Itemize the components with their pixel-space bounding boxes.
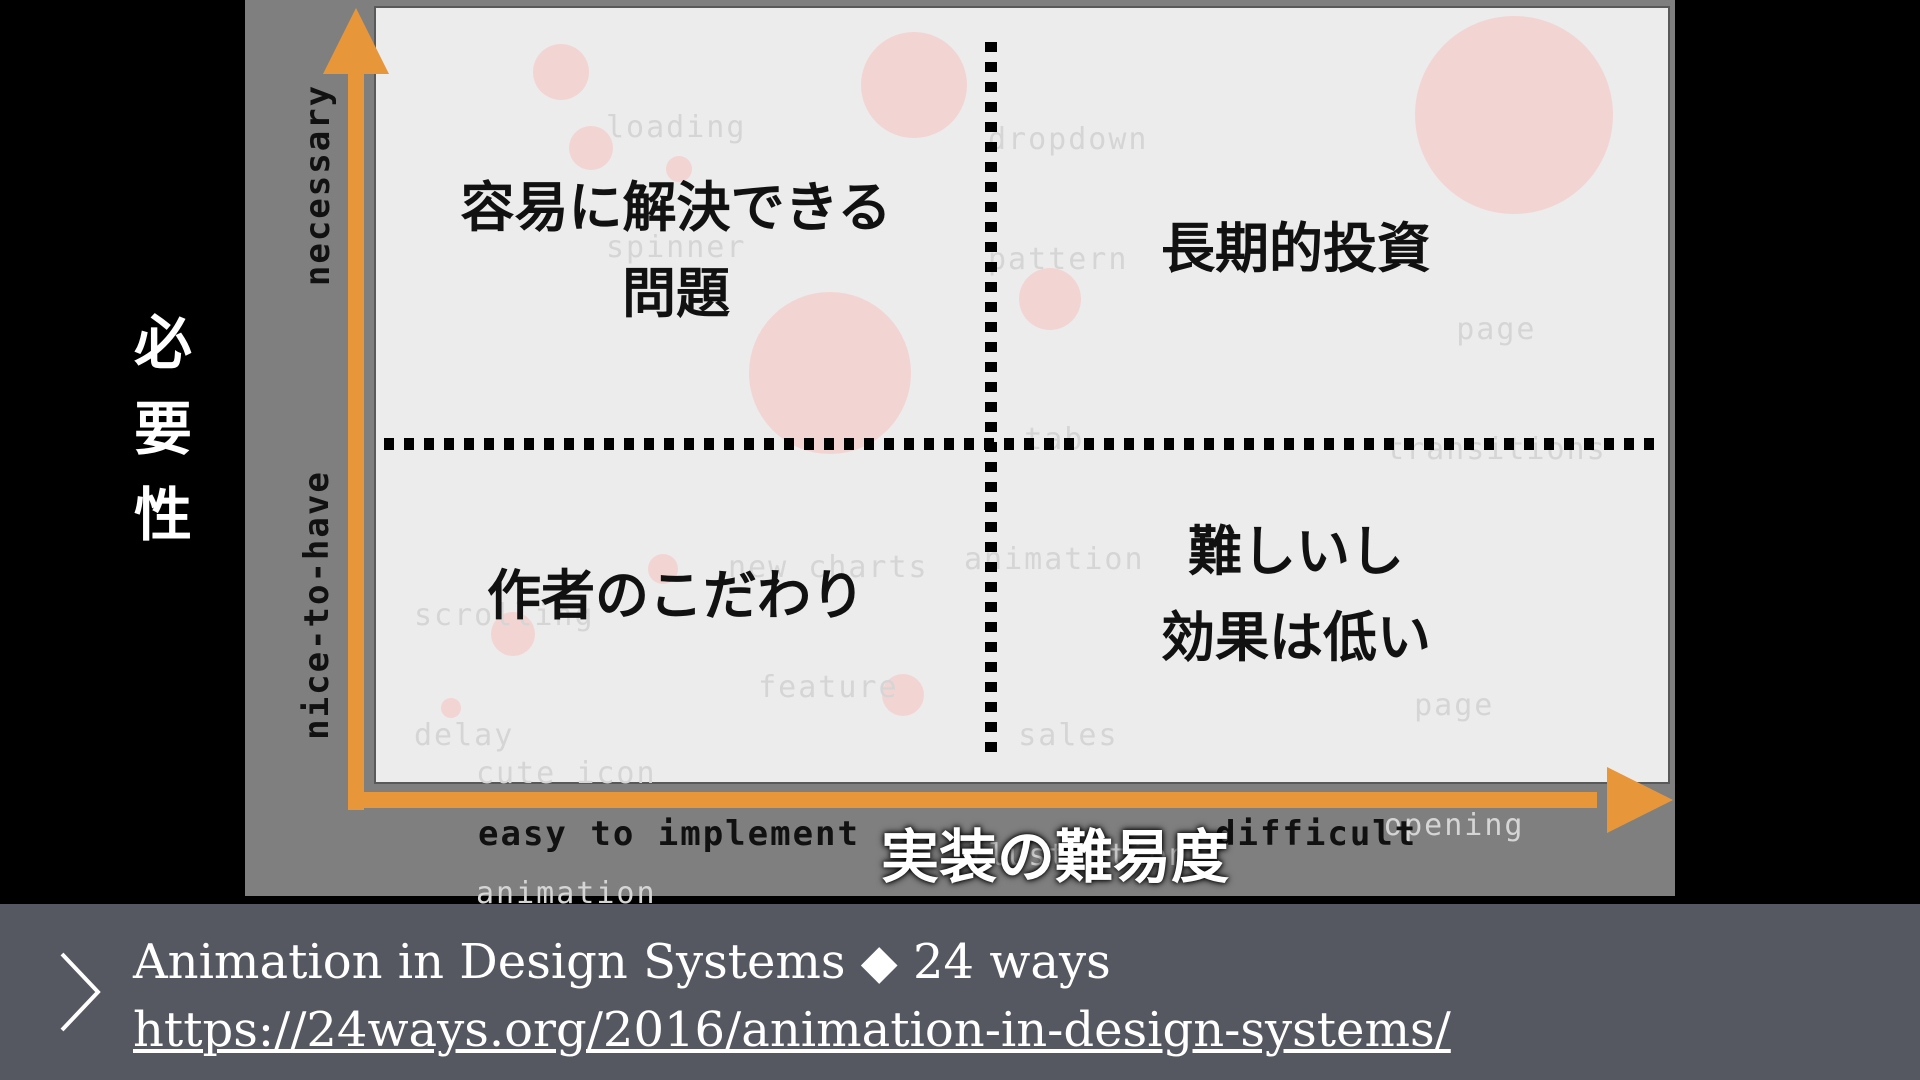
- y-axis-arrowhead: [323, 8, 389, 74]
- x-axis-left-label: easy to implement: [478, 814, 860, 854]
- chart-frame: loading spinner dropdown pattern page tr…: [245, 0, 1675, 993]
- y-axis-bottom-label: nice-to-have: [297, 470, 337, 740]
- reference-link[interactable]: https://24ways.org/2016/animation-in-des…: [133, 1002, 1451, 1058]
- y-axis-top-label: necessary: [298, 83, 338, 287]
- reference-footer: Animation in Design Systems ◆ 24 ways ht…: [0, 904, 1920, 1080]
- y-axis-title-char: 性: [133, 481, 192, 549]
- x-axis-title: 実装の難易度: [880, 823, 1229, 891]
- reference-title: Animation in Design Systems ◆ 24 ways: [133, 934, 1111, 990]
- chevron-right-icon: [60, 952, 101, 1032]
- axis-arrows: [323, 8, 1673, 833]
- slide: 必 要 性 loading spinner dropdown pattern p…: [0, 0, 1920, 1080]
- x-axis-arrowhead: [1607, 767, 1673, 833]
- y-axis-line: [348, 62, 364, 810]
- y-axis-title-char: 要: [133, 395, 192, 463]
- y-axis-title-char: 必: [133, 309, 192, 377]
- x-axis-line: [357, 792, 1597, 808]
- y-axis-title: 必 要 性: [118, 300, 208, 558]
